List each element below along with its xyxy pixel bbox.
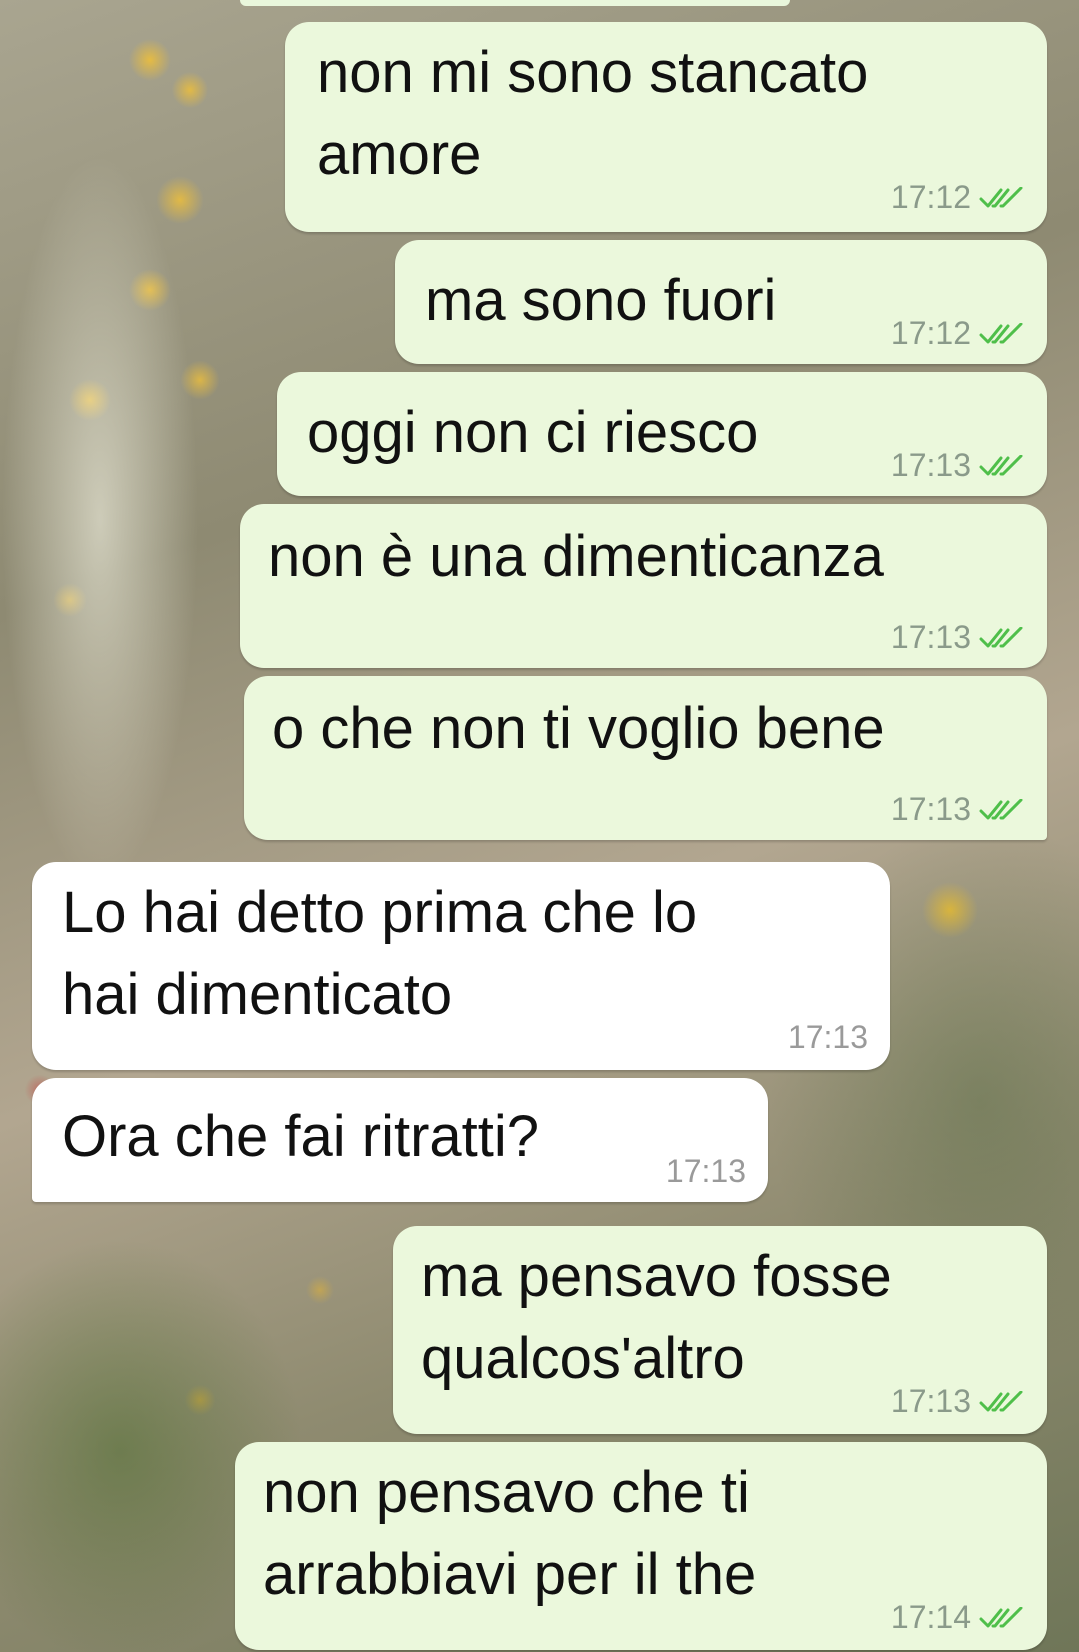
message-time: 17:13 <box>787 1019 868 1055</box>
double-check-icon <box>979 1606 1023 1627</box>
double-check-icon <box>979 186 1023 207</box>
double-check-icon <box>979 626 1023 647</box>
message-meta: 17:12 <box>891 315 1025 352</box>
message-meta: 17:14 <box>891 1599 1025 1636</box>
message-bubble-outgoing[interactable]: oggi non ci riesco 17:13 <box>277 372 1047 496</box>
message-bubble-incoming[interactable]: Ora che fai ritratti? 17:13 <box>32 1078 768 1202</box>
message-text: oggi non ci riesco <box>307 400 759 465</box>
message-meta: 17:13 <box>891 791 1025 828</box>
double-check-icon <box>979 322 1023 343</box>
message-text: non pensavo che ti arrabbiavi per il the <box>263 1460 757 1607</box>
message-bubble-incoming[interactable]: Lo hai detto prima che lo hai dimenticat… <box>32 862 890 1070</box>
message-time: 17:13 <box>890 619 971 655</box>
message-bubble-outgoing[interactable]: o che non ti voglio bene 17:13 <box>244 676 1047 840</box>
message-bubble-outgoing[interactable]: ma sono fuori 17:12 <box>395 240 1047 364</box>
message-time: 17:12 <box>890 315 971 351</box>
message-time: 17:13 <box>890 791 971 827</box>
message-meta: 17:13 <box>891 447 1025 484</box>
message-text: Ora che fai ritratti? <box>62 1104 540 1169</box>
message-time: 17:13 <box>665 1153 746 1189</box>
previous-message-edge <box>240 0 790 6</box>
message-meta: 17:13 <box>666 1153 746 1190</box>
message-meta: 17:13 <box>891 619 1025 656</box>
double-check-icon <box>979 454 1023 475</box>
message-bubble-outgoing[interactable]: non è una dimenticanza 17:13 <box>240 504 1047 668</box>
double-check-icon <box>979 1390 1023 1411</box>
message-text: ma sono fuori <box>425 268 777 333</box>
message-text: non è una dimenticanza <box>268 524 884 589</box>
message-time: 17:13 <box>890 447 971 483</box>
message-text: non mi sono stancato amore <box>317 40 869 187</box>
message-text: o che non ti voglio bene <box>272 696 885 761</box>
message-meta: 17:13 <box>788 1019 868 1056</box>
message-time: 17:13 <box>890 1383 971 1419</box>
message-text: Lo hai detto prima che lo hai dimenticat… <box>62 880 698 1027</box>
message-bubble-outgoing[interactable]: non pensavo che ti arrabbiavi per il the… <box>235 1442 1047 1650</box>
message-time: 17:12 <box>890 179 971 215</box>
message-bubble-outgoing[interactable]: ma pensavo fosse qualcos'altro 17:13 <box>393 1226 1047 1434</box>
message-text: ma pensavo fosse qualcos'altro <box>421 1244 892 1391</box>
double-check-icon <box>979 798 1023 819</box>
message-meta: 17:12 <box>891 179 1025 216</box>
message-bubble-outgoing[interactable]: non mi sono stancato amore 17:12 <box>285 22 1047 232</box>
message-meta: 17:13 <box>891 1383 1025 1420</box>
message-time: 17:14 <box>890 1599 971 1635</box>
